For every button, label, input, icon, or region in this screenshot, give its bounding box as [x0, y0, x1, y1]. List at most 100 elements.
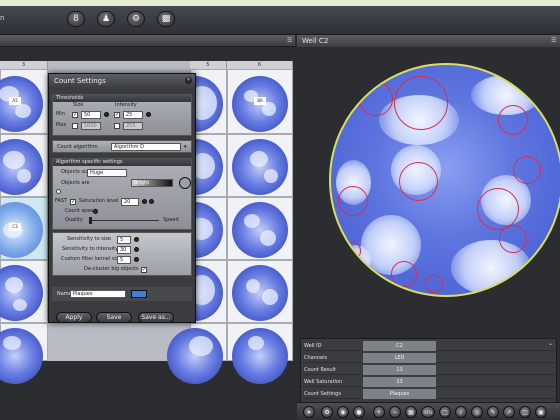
zoom-out-icon[interactable]: − [389, 406, 401, 418]
pane-menu-icon[interactable]: ☰ [551, 37, 556, 44]
count-algorithm-select[interactable]: Algorithm D [111, 143, 181, 151]
palette-icon[interactable]: ✿ [321, 406, 333, 418]
well-image[interactable] [329, 63, 560, 297]
max-label: Max [56, 122, 67, 128]
col-header-5: 5 [190, 61, 227, 69]
intensity-min-input[interactable]: 25 [123, 111, 143, 119]
name-select[interactable]: Plaques [70, 290, 126, 298]
count-algorithm-label: Count algorithm [57, 144, 98, 150]
export-icon[interactable]: ↗ [503, 406, 515, 418]
size-min-input[interactable]: 50 [81, 111, 101, 119]
save-icon[interactable]: ◫ [519, 406, 531, 418]
well-cell[interactable] [0, 323, 48, 384]
well-cell[interactable] [0, 260, 48, 323]
well-cell-selected[interactable]: C3 [0, 197, 48, 260]
well-thumbnail: A3 [0, 76, 43, 132]
top-strip [0, 0, 560, 6]
crop-icon[interactable]: □ [439, 406, 451, 418]
intensity-min-checkbox[interactable]: ✓ [114, 112, 120, 118]
save-as-button[interactable]: Save as... [138, 312, 174, 323]
detected-object[interactable] [477, 188, 519, 230]
well-thumbnail [0, 265, 43, 321]
name-row: Name Plaques [52, 287, 192, 301]
run-icon[interactable]: ➤ [303, 406, 315, 418]
chevron-down-icon[interactable]: ▾ [184, 144, 187, 151]
detected-object[interactable] [498, 105, 528, 135]
algorithm-section: Algorithm specific settings Objects size… [52, 158, 192, 230]
count-settings-dialog: Count Settings ✕ Thresholds Size Intensi… [48, 73, 196, 323]
well-cell[interactable] [227, 323, 293, 384]
close-icon[interactable]: ✕ [185, 77, 192, 84]
detected-object[interactable] [338, 186, 368, 216]
well-cell[interactable] [227, 134, 293, 197]
kernel-size-label: Custom filter kernel size [61, 256, 122, 262]
gear-icon[interactable]: ⚙ [127, 11, 145, 27]
zoom-in-icon[interactable]: + [373, 406, 385, 418]
book-icon[interactable]: ▩ [157, 11, 175, 27]
well-label: B6 [254, 96, 266, 105]
size-min-spinner[interactable] [104, 112, 109, 117]
pane-menu-icon[interactable]: ☰ [287, 37, 292, 44]
well-cell[interactable] [167, 323, 227, 384]
sensitivity-size-spinner[interactable] [134, 237, 139, 242]
kernel-size-spinner[interactable] [134, 257, 139, 262]
objects-are-label: Objects are [61, 180, 90, 186]
users-icon[interactable]: ♟ [97, 11, 115, 27]
detected-object[interactable] [359, 82, 393, 116]
filter-icon[interactable]: ◉ [337, 406, 349, 418]
speed-slider-thumb[interactable] [89, 217, 92, 224]
intensity-max-input[interactable]: 255 [123, 122, 143, 130]
saturation-spinner[interactable] [142, 199, 147, 204]
detected-object[interactable] [394, 76, 448, 130]
detected-object[interactable] [425, 275, 443, 293]
speed-slider-track[interactable] [89, 220, 159, 221]
plate-pane-header: ☰ [0, 35, 295, 47]
size-max-checkbox[interactable] [72, 123, 78, 129]
zoom-level[interactable]: 41% [421, 406, 435, 418]
saturation-input[interactable]: 20 [121, 198, 139, 206]
col-header-3: 3 [0, 61, 48, 69]
sensitivity-size-input[interactable]: 5 [117, 236, 131, 244]
well-cell[interactable] [227, 197, 293, 260]
target-icon[interactable]: ◎ [471, 406, 483, 418]
decluster-checkbox[interactable]: ✓ [141, 267, 147, 273]
well-cell[interactable] [227, 260, 293, 323]
intensity-max-checkbox[interactable] [114, 123, 120, 129]
info-row: Count Result 13 [301, 365, 556, 375]
edit-icon[interactable]: ✎ [487, 406, 499, 418]
objects-size-select[interactable]: Huge [87, 169, 127, 177]
kernel-size-input[interactable]: 5 [117, 256, 131, 264]
count-speed-spinner[interactable] [93, 209, 98, 214]
saturation-checkbox[interactable]: ✓ [70, 199, 76, 205]
intensity-label: Intensity [115, 102, 137, 108]
measure-icon[interactable]: √ [455, 406, 467, 418]
apply-button[interactable]: Apply [56, 312, 92, 323]
sensitivity-intensity-spinner[interactable] [134, 247, 139, 252]
well-cell[interactable]: B6 [227, 69, 293, 134]
color-icon[interactable]: ● [353, 406, 365, 418]
fast-label: FAST [55, 198, 68, 204]
intensity-min-spinner[interactable] [146, 112, 151, 117]
dialog-title: Count Settings ✕ [49, 74, 195, 88]
detected-object[interactable] [341, 241, 361, 261]
size-max-input[interactable]: 5000 [81, 122, 101, 130]
well-cell[interactable]: A3 [0, 69, 48, 134]
detected-object[interactable] [513, 156, 541, 184]
save-button[interactable]: Save [96, 312, 132, 323]
well-cell[interactable] [0, 134, 48, 197]
sensitivity-intensity-input[interactable]: 30 [117, 246, 131, 254]
info-row: Well ID C2 [301, 341, 556, 351]
number-8-icon[interactable]: 8 [67, 11, 85, 27]
fast-radio[interactable] [56, 189, 61, 194]
color-swatch[interactable] [131, 290, 147, 298]
saturation-spinner-down[interactable] [149, 199, 154, 204]
camera-icon[interactable]: ▣ [535, 406, 547, 418]
grid-icon[interactable]: ▦ [405, 406, 417, 418]
detected-object[interactable] [499, 225, 527, 253]
size-min-checkbox[interactable]: ✓ [72, 112, 78, 118]
detected-object[interactable] [399, 162, 438, 201]
detected-object[interactable] [391, 261, 417, 287]
well-thumbnail [232, 328, 288, 384]
target-icon[interactable] [179, 177, 191, 189]
objects-are-select[interactable]: Bright [131, 179, 173, 187]
